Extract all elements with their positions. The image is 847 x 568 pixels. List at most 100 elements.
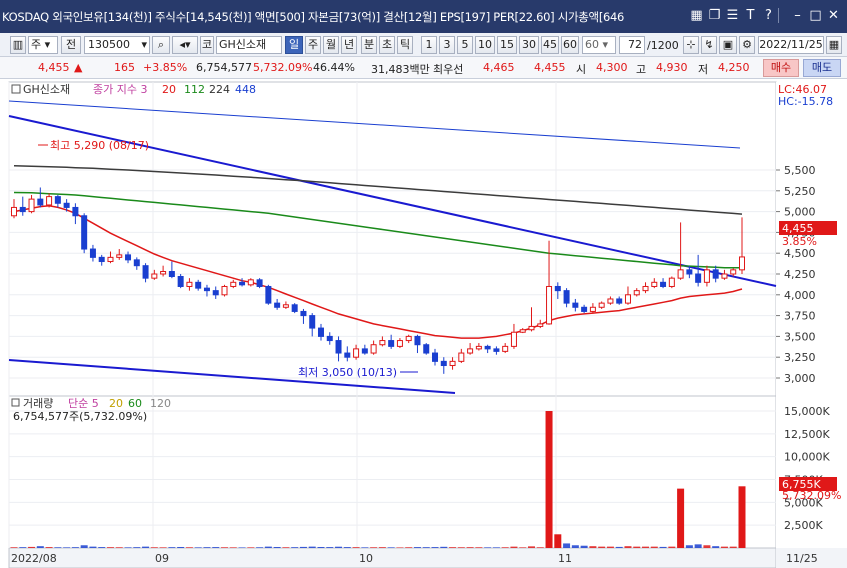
price-tick-label: 3,250 [784, 351, 816, 364]
volume-ma60: 60 [128, 397, 142, 410]
volume-bar [729, 546, 737, 548]
count-select[interactable]: 60 ▾ [582, 36, 616, 54]
volume-bar [475, 547, 483, 548]
minimize-icon[interactable]: – [790, 8, 805, 23]
candle-body [160, 271, 167, 275]
interval-10[interactable]: 10 [475, 36, 495, 54]
volume-bar [106, 547, 114, 548]
text-icon[interactable]: T [743, 8, 758, 23]
candle-body [168, 271, 175, 277]
candle-body [28, 198, 35, 213]
volume-bar [133, 547, 141, 548]
period-month[interactable]: 월 [323, 36, 339, 54]
grid-icon[interactable]: ▦ [689, 8, 704, 23]
period-minute[interactable]: 분 [361, 36, 377, 54]
period-tick[interactable]: 틱 [397, 36, 413, 54]
volume-bar [71, 547, 79, 548]
interval-1[interactable]: 1 [421, 36, 437, 54]
candle-body [458, 352, 465, 362]
period-second[interactable]: 초 [379, 36, 395, 54]
maximize-icon[interactable]: □ [808, 8, 823, 23]
legend-name: GH신소재 [23, 83, 70, 96]
volume-bar [115, 547, 123, 548]
calendar-icon[interactable]: ▦ [826, 36, 842, 54]
range-input[interactable]: 72 [619, 36, 645, 54]
candle-body [335, 340, 342, 354]
legend-ma20: 20 [162, 83, 176, 96]
candle-body [703, 269, 710, 283]
volume-bar [685, 545, 693, 548]
volume-bar [80, 545, 88, 548]
interval-60[interactable]: 60 [561, 36, 579, 54]
candle-body [203, 287, 210, 292]
volume-bar [19, 547, 27, 548]
volume-bar [98, 547, 106, 548]
low-annotation: 최저 3,050 (10/13) [298, 366, 397, 379]
candle-body [730, 269, 737, 275]
candle-body [177, 275, 184, 287]
volume-bar [703, 545, 711, 548]
copy-icon[interactable]: ❐ [707, 8, 722, 23]
volume-bar [440, 546, 448, 548]
zoom-icon[interactable]: ↯ [701, 36, 717, 54]
price-tick-label: 3,500 [784, 330, 816, 343]
date-label: 10 [359, 552, 373, 565]
crosshair-icon[interactable]: ⊹ [683, 36, 699, 54]
candle-body [186, 281, 193, 287]
candle-body [72, 206, 79, 217]
volume-bar [387, 547, 395, 548]
interval-15[interactable]: 15 [497, 36, 517, 54]
interval-30[interactable]: 30 [519, 36, 539, 54]
stock-name[interactable]: GH신소재 [216, 36, 282, 54]
candle-body [554, 285, 561, 292]
date-input[interactable]: 2022/11/25 [758, 36, 824, 54]
candle-body [212, 290, 219, 296]
candle-body [528, 325, 535, 331]
save-icon[interactable]: ▣ [719, 36, 737, 54]
candle-body [265, 285, 272, 304]
period-day[interactable]: 일 [285, 36, 303, 54]
period-week[interactable]: 주 [305, 36, 321, 54]
volume-bar [194, 547, 202, 548]
help-icon[interactable]: ? [761, 8, 776, 23]
legend-ma448: 448 [235, 83, 256, 96]
interval-3[interactable]: 3 [439, 36, 455, 54]
sell-button[interactable]: 매도 [803, 59, 841, 77]
volume-tick-label: 10,000K [784, 451, 830, 464]
volume-bar [28, 546, 36, 548]
buy-button[interactable]: 매수 [763, 59, 799, 77]
volume-bar [89, 546, 97, 548]
change-percent: +3.85% [143, 61, 188, 74]
candle-body [107, 256, 114, 263]
candle-body [221, 285, 228, 296]
candle-body [195, 281, 202, 289]
prev-button[interactable]: 전 [61, 36, 81, 54]
layout-icon[interactable]: ▥ [10, 36, 26, 54]
candle-body [230, 281, 237, 287]
candle-body [63, 202, 70, 208]
date-label: 11 [558, 552, 572, 565]
candle-body [344, 352, 351, 358]
volume-bar [150, 547, 158, 548]
settings-icon[interactable]: ⚙ [739, 36, 755, 54]
volume-bar [633, 546, 641, 548]
candle-body [467, 348, 474, 354]
type-select[interactable]: 주 ▾ [28, 36, 58, 54]
volume-bar [159, 547, 167, 548]
stock-chart[interactable]: 5,5005,2505,0004,7504,5004,2504,0003,750… [0, 79, 847, 568]
open-label: 시 [576, 63, 587, 76]
volume-bar [343, 547, 351, 548]
interval-45[interactable]: 45 [541, 36, 559, 54]
interval-5[interactable]: 5 [457, 36, 473, 54]
candle-body [125, 254, 132, 261]
list-icon[interactable]: ☰ [725, 8, 740, 23]
close-icon[interactable]: ✕ [826, 8, 841, 23]
period-year[interactable]: 년 [341, 36, 357, 54]
volume-bar [361, 547, 369, 548]
volume-tick-label: 15,000K [784, 405, 830, 418]
code-input[interactable]: 130500 ▾ [84, 36, 150, 54]
sound-icon[interactable]: ◂▾ [172, 36, 198, 54]
volume-bar [536, 547, 544, 548]
volume-bar [422, 547, 430, 548]
search-icon[interactable]: ⌕ [152, 36, 170, 54]
